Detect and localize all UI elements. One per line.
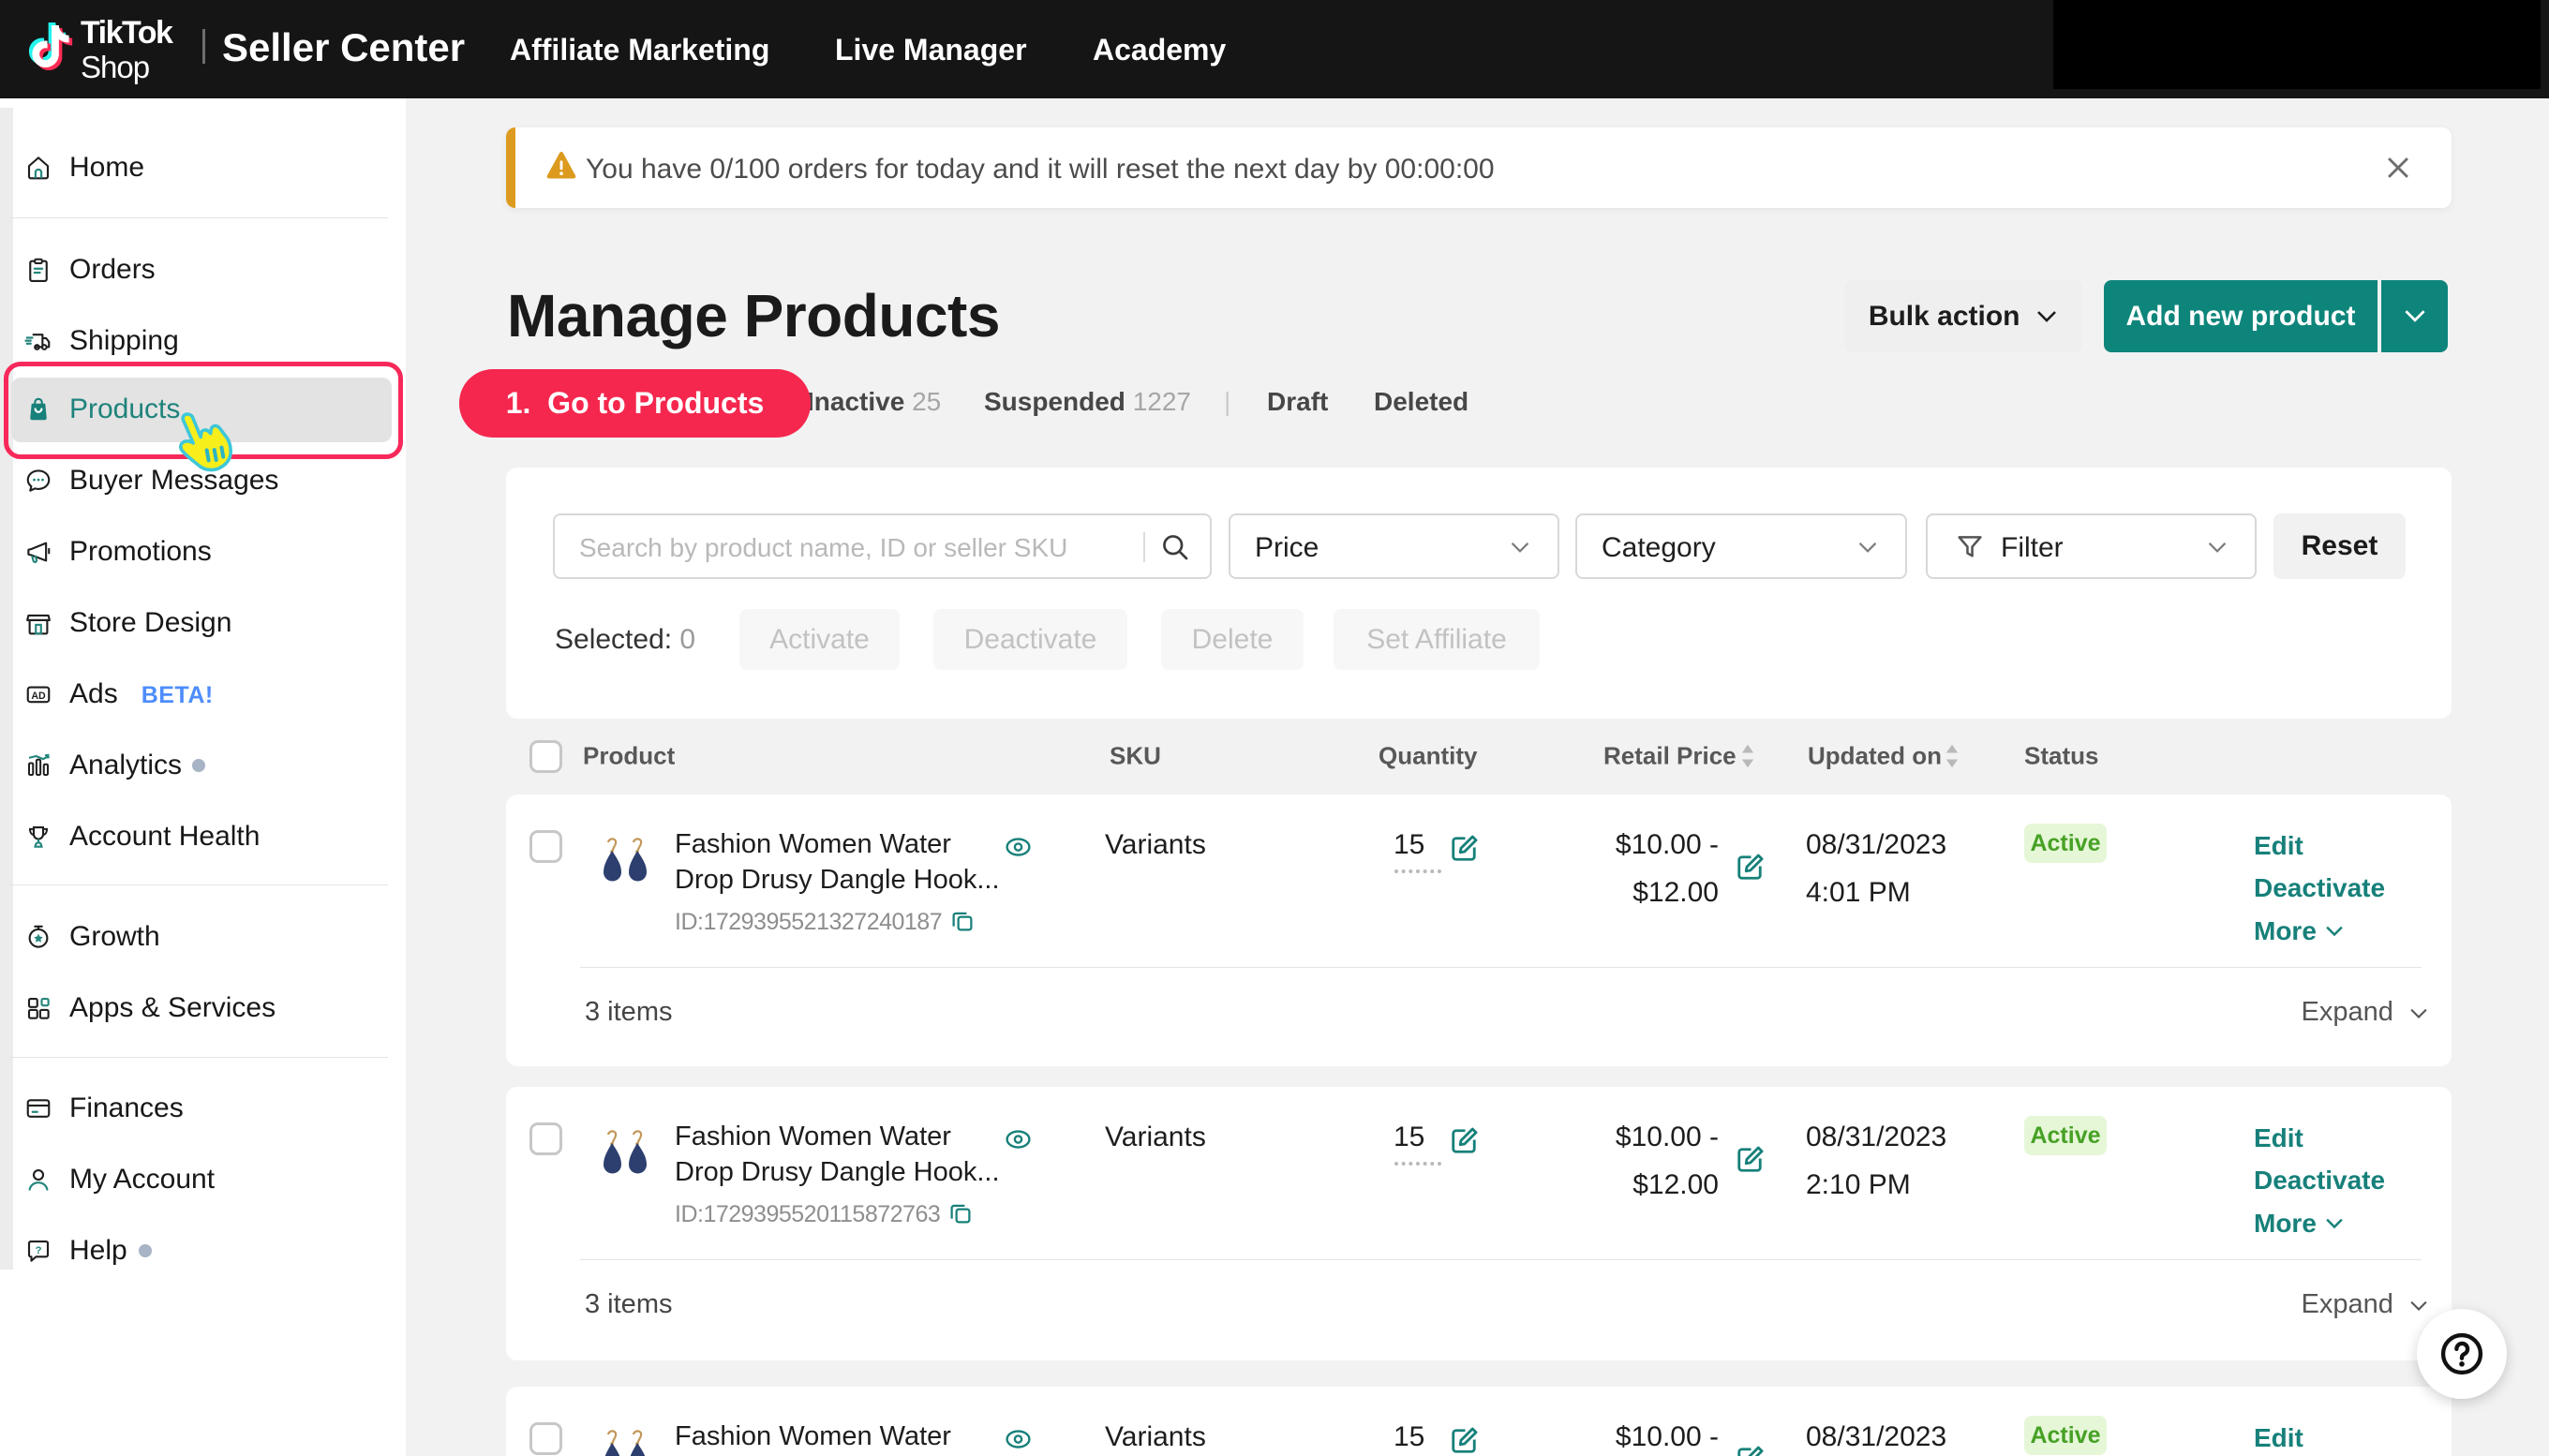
svg-text:AD: AD [31,691,46,702]
svg-text:?: ? [36,1245,42,1256]
